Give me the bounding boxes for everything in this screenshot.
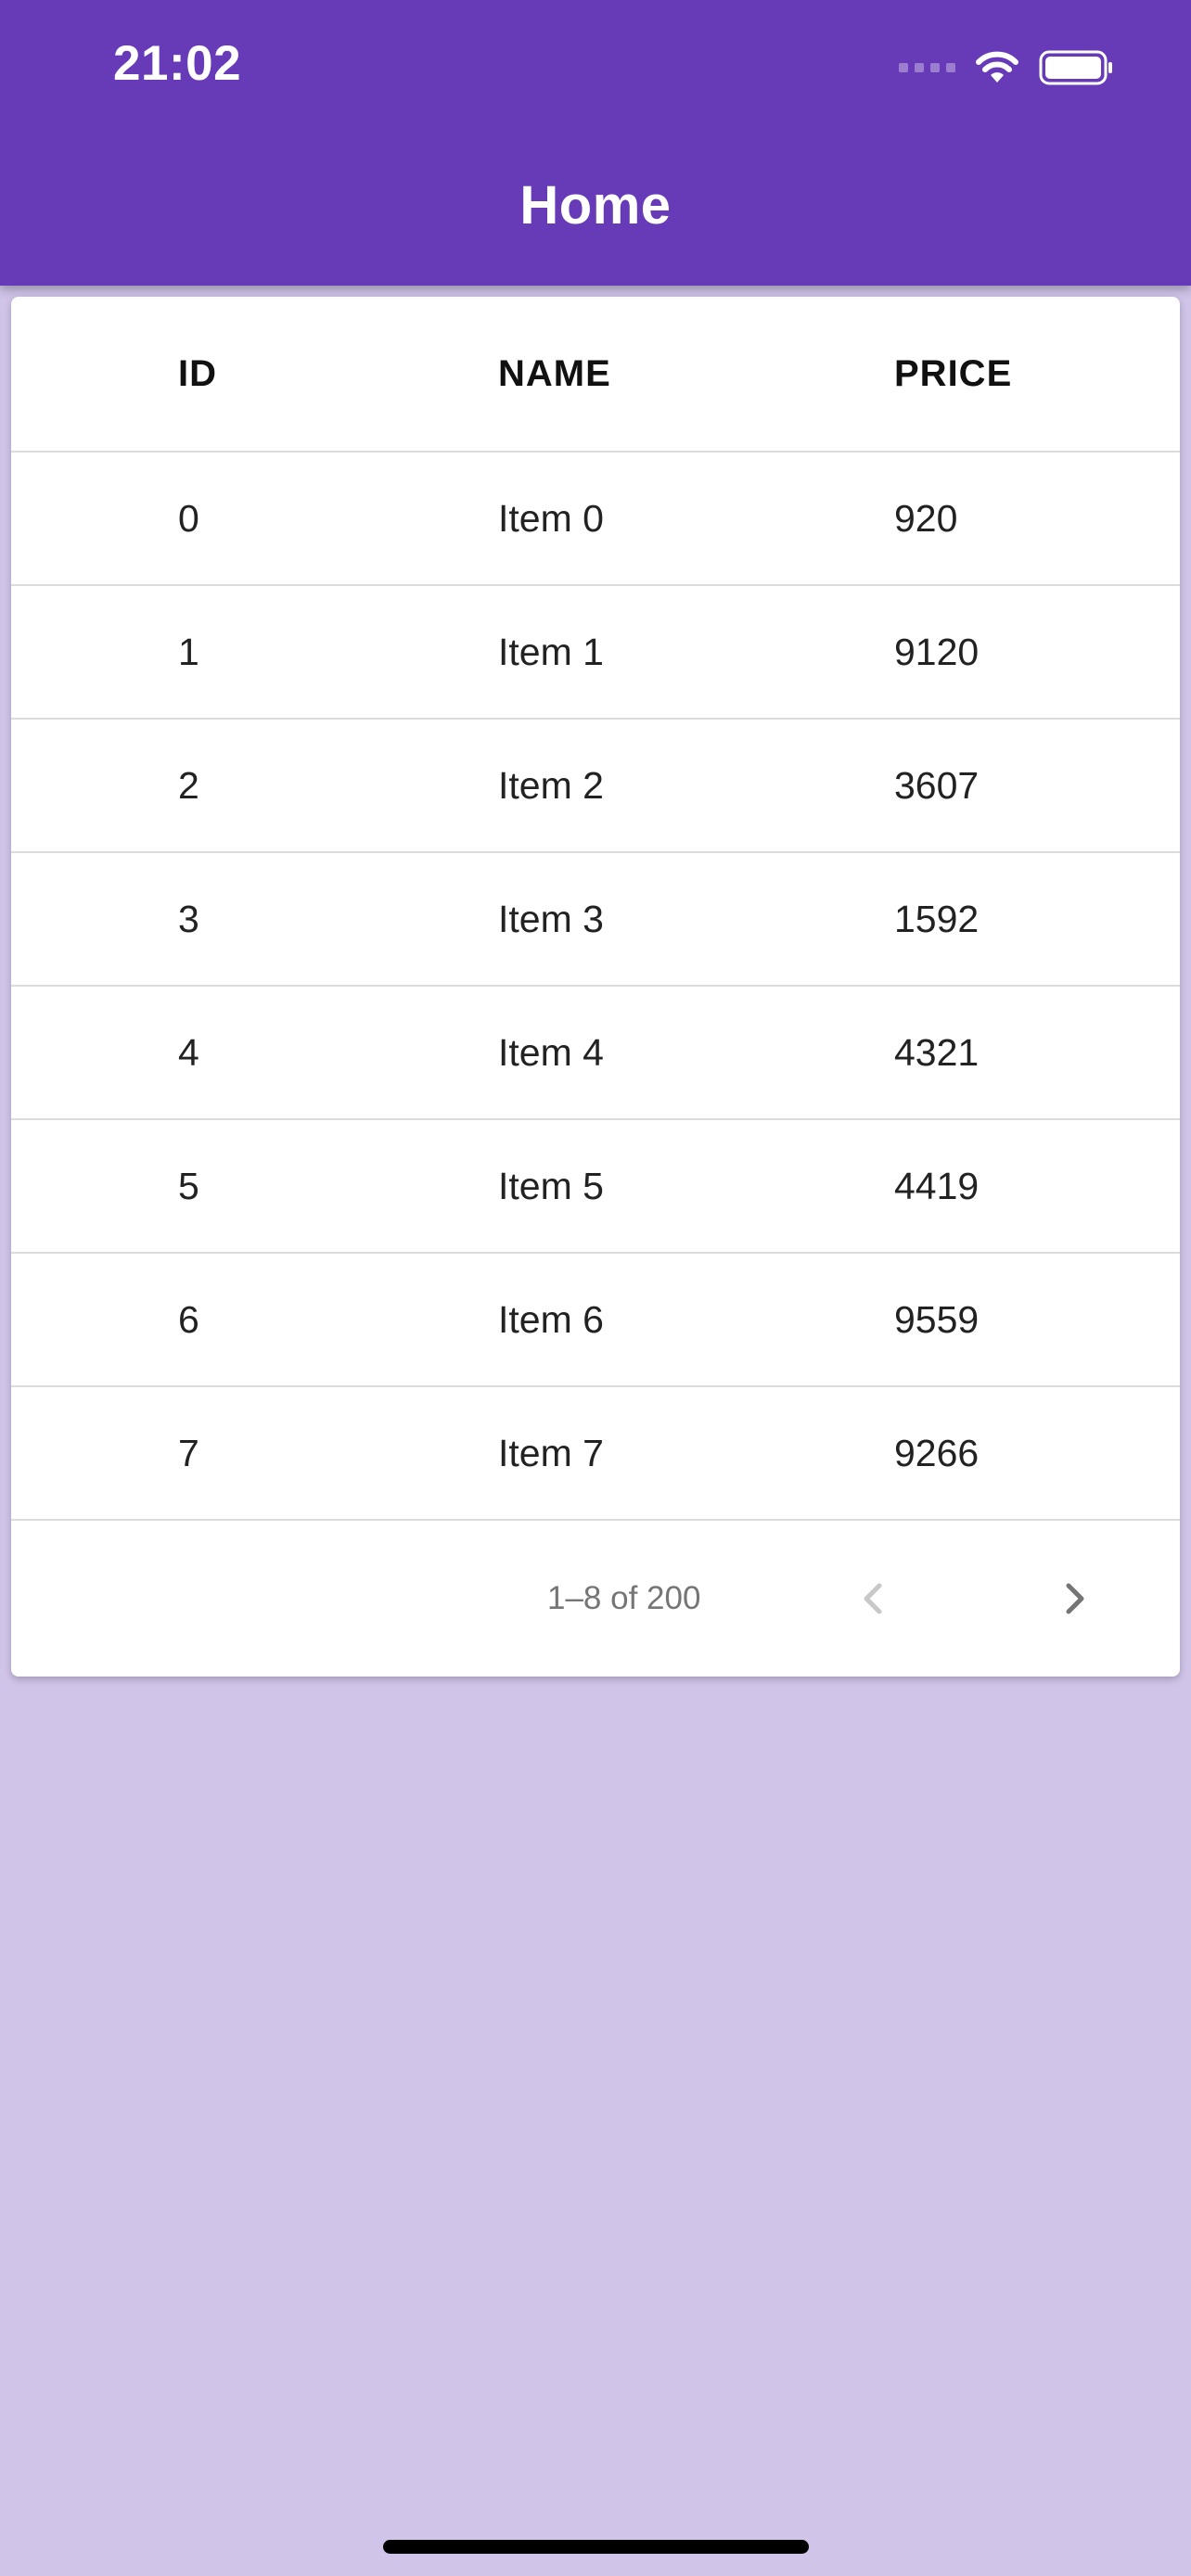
table-row[interactable]: 1 Item 1 9120 [11,586,1180,720]
cell-id: 5 [178,1164,199,1207]
cell-id: 6 [178,1297,199,1341]
cell-id: 0 [178,496,199,540]
column-header-name[interactable]: NAME [498,297,611,451]
status-icons [899,45,1115,91]
cell-id: 1 [178,630,199,673]
cell-id: 7 [178,1431,199,1474]
pagination-range-label: 1–8 of 200 [547,1580,701,1616]
cell-name: Item 0 [498,496,604,540]
home-indicator[interactable] [383,2540,809,2554]
table-row[interactable]: 5 Item 5 4419 [11,1120,1180,1254]
table-row[interactable]: 2 Item 2 3607 [11,720,1180,853]
table-row[interactable]: 7 Item 7 9266 [11,1387,1180,1521]
table-row[interactable]: 3 Item 3 1592 [11,853,1180,987]
cell-price: 4419 [894,1164,980,1207]
cell-name: Item 4 [498,1030,604,1074]
chevron-left-icon [864,1583,882,1614]
cell-name: Item 2 [498,763,604,807]
cell-name: Item 1 [498,630,604,673]
cell-id: 3 [178,897,199,940]
cell-id: 2 [178,763,199,807]
cell-name: Item 6 [498,1297,604,1341]
cell-name: Item 3 [498,897,604,940]
cell-price: 9559 [894,1297,980,1341]
cell-price: 1592 [894,897,980,940]
cell-price: 920 [894,496,958,540]
column-header-price[interactable]: PRICE [894,297,1012,451]
cell-id: 4 [178,1030,199,1074]
cell-price: 9120 [894,630,980,673]
cell-price: 4321 [894,1030,980,1074]
data-table-card: ID NAME PRICE 0 Item 0 920 1 Item 1 9120… [11,297,1180,1677]
cell-price: 9266 [894,1431,980,1474]
next-page-button[interactable] [1037,1562,1111,1636]
wifi-icon [976,51,1018,83]
pagination-footer: 1–8 of 200 [11,1521,1180,1677]
cell-name: Item 7 [498,1431,604,1474]
table-row[interactable]: 0 Item 0 920 [11,453,1180,586]
app-bar: 21:02 Home [0,0,1191,286]
chevron-right-icon [1066,1583,1084,1614]
previous-page-button[interactable] [837,1562,911,1636]
cellular-signal-icon [899,63,955,72]
column-header-id[interactable]: ID [178,297,217,451]
table-row[interactable]: 4 Item 4 4321 [11,987,1180,1120]
cell-name: Item 5 [498,1164,604,1207]
table-row[interactable]: 6 Item 6 9559 [11,1254,1180,1387]
battery-icon [1039,50,1112,85]
page-title: Home [519,175,672,236]
status-time: 21:02 [113,36,242,91]
table-header: ID NAME PRICE [11,297,1180,453]
cell-price: 3607 [894,763,980,807]
